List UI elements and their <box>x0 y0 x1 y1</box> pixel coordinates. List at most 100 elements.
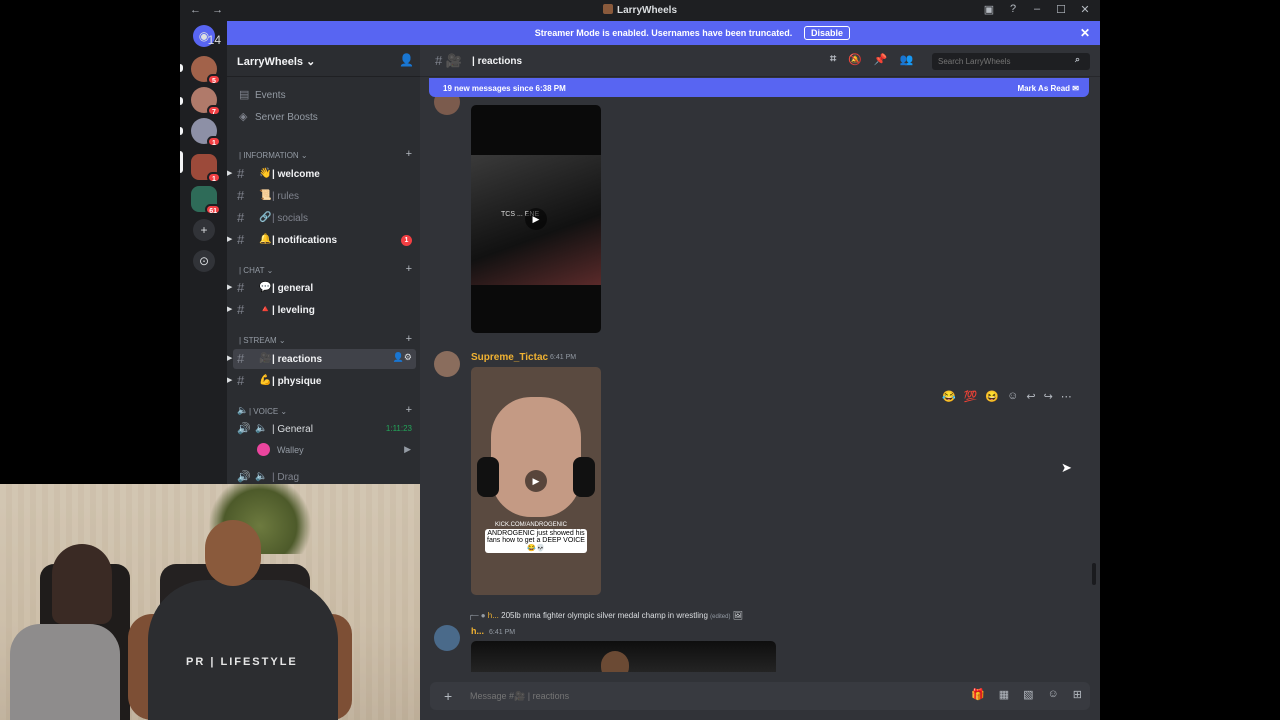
channel-settings-icon[interactable]: 👤⚙ <box>393 352 412 363</box>
unread-indicator-icon: ▶ <box>227 355 233 362</box>
reaction-emoji[interactable]: 💯 <box>964 390 978 403</box>
inbox-icon[interactable]: ▣ <box>982 3 996 16</box>
add-channel-icon[interactable]: + <box>406 404 412 416</box>
reaction-emoji[interactable]: 😂 <box>942 390 956 403</box>
channel-emoji: 💪 <box>259 375 272 386</box>
message-input[interactable] <box>470 688 920 704</box>
channel-label: | physique <box>272 376 322 387</box>
server-icon[interactable]: 5 <box>191 56 221 85</box>
close-icon[interactable]: ✕ <box>1080 26 1090 40</box>
channel-label: | General <box>272 424 313 435</box>
pin-icon[interactable]: 📌 <box>874 53 888 66</box>
channel-physique[interactable]: ▶ # 💪 | physique <box>227 371 420 391</box>
message-hover-toolbar: 😂 💯 😆 ☺ ↩ ↪ ⋯ <box>942 390 1072 403</box>
window-title: LarryWheels <box>180 4 1100 16</box>
add-reaction-icon[interactable]: ☺ <box>1007 390 1018 403</box>
new-messages-text: 19 new messages since 6:38 PM <box>443 84 566 93</box>
reply-icon[interactable]: ↩ <box>1026 390 1035 403</box>
notification-bell-icon[interactable]: 🔕 <box>848 53 862 66</box>
channel-label: | notifications <box>272 235 338 246</box>
hash-icon: # <box>237 188 245 203</box>
camera-icon: ▶ <box>404 444 411 454</box>
channel-socials[interactable]: # 🔗 | socials <box>227 208 420 228</box>
channel-emoji: 🔔 <box>259 234 272 245</box>
message-username[interactable]: h... <box>471 626 484 636</box>
avatar[interactable] <box>434 97 460 115</box>
server-icon[interactable]: 7 <box>191 87 221 116</box>
video-embed[interactable]: ▶ KICK.COM/ANDROGENIC ANDROGENIC just sh… <box>471 367 601 595</box>
server-folder-icon[interactable]: 61 <box>191 186 221 215</box>
category-stream[interactable]: | STREAM ⌄ + <box>227 333 420 347</box>
new-messages-bar[interactable]: 19 new messages since 6:38 PM Mark As Re… <box>429 78 1089 97</box>
add-channel-icon[interactable]: + <box>406 148 412 160</box>
server-icon-larrywheels[interactable]: 1 <box>191 154 221 183</box>
play-icon[interactable]: ▶ <box>525 208 547 230</box>
channel-leveling[interactable]: ▶ # 🔺 | leveling <box>227 300 420 320</box>
message-username[interactable]: Supreme_Tictac <box>471 352 548 363</box>
server-icon[interactable]: 1 <box>191 118 221 147</box>
composer-icons: 🎁 ▦ ▧ ☺ ⊞ <box>971 688 1082 701</box>
channel-emoji: 📜 <box>259 190 272 201</box>
gif-icon[interactable]: ▦ <box>999 688 1009 701</box>
category-label: | CHAT ⌄ <box>239 266 274 275</box>
discord-home-icon[interactable]: ◉ 14 <box>193 25 221 47</box>
channel-reactions[interactable]: ▶ # 🎥 | reactions 👤⚙ <box>227 349 416 369</box>
add-channel-icon[interactable]: + <box>406 263 412 275</box>
category-label: | STREAM ⌄ <box>239 336 286 345</box>
apps-icon[interactable]: ⊞ <box>1073 688 1082 701</box>
server-badge: 1 <box>207 172 221 183</box>
unread-indicator-icon: ▶ <box>227 170 233 177</box>
channel-rules[interactable]: # 📜 | rules <box>227 186 420 206</box>
mark-as-read-button[interactable]: Mark As Read ✉ <box>1017 84 1079 93</box>
sticker-icon[interactable]: ▧ <box>1023 688 1033 701</box>
member-list-icon[interactable]: 👥 <box>900 53 914 66</box>
window-title-text: LarryWheels <box>616 5 678 16</box>
message-timestamp: 6:41 PM <box>550 354 577 361</box>
hash-icon: # <box>237 210 245 225</box>
channel-notifications[interactable]: ▶ # 🔔 | notifications 1 <box>227 230 420 250</box>
reply-username: h... <box>487 611 499 620</box>
unread-indicator-icon: ▶ <box>227 236 233 243</box>
channel-welcome[interactable]: ▶ # 👋 | welcome <box>227 164 420 184</box>
more-icon[interactable]: ⋯ <box>1061 390 1072 403</box>
disable-button[interactable]: Disable <box>804 26 851 40</box>
play-icon[interactable]: ▶ <box>525 470 547 492</box>
add-server-icon[interactable]: + <box>193 219 215 241</box>
video-embed[interactable]: TCS ... ENE ▶ <box>471 105 601 333</box>
category-chat[interactable]: | CHAT ⌄ + <box>227 263 420 277</box>
category-information[interactable]: | INFORMATION ⌄ + <box>227 148 420 162</box>
server-name[interactable]: LarryWheels ⌄ <box>237 55 315 68</box>
threads-icon[interactable]: ⌗ <box>830 53 836 66</box>
emoji-icon[interactable]: ☺ <box>1048 688 1059 701</box>
add-channel-icon[interactable]: + <box>406 333 412 345</box>
boosts-item[interactable]: ◈ Server Boosts <box>227 107 420 127</box>
reply-preview[interactable]: ╭─ ● h... 205lb mma fighter olympic silv… <box>468 611 743 620</box>
help-icon[interactable]: ? <box>1006 3 1020 16</box>
streamer-mode-banner: Streamer Mode is enabled. Usernames have… <box>227 21 1100 45</box>
scrollbar[interactable] <box>1092 563 1096 585</box>
channel-emoji: 🔗 <box>259 212 272 223</box>
avatar[interactable] <box>434 625 460 651</box>
message-timestamp: 6:41 PM <box>489 629 516 636</box>
avatar[interactable] <box>434 351 460 377</box>
server-badge: 61 <box>205 204 221 215</box>
hash-icon: # <box>237 373 245 388</box>
minimize-button[interactable]: – <box>1030 3 1044 16</box>
forward-icon[interactable]: ↪ <box>1044 390 1053 403</box>
category-voice[interactable]: | VOICE ⌄ 🔈 + <box>227 404 420 418</box>
gift-icon[interactable]: 🎁 <box>971 688 985 701</box>
attach-plus-icon[interactable]: + <box>444 688 452 704</box>
voice-user[interactable]: Walley ▶ <box>257 441 417 459</box>
close-window-button[interactable]: ✕ <box>1078 3 1092 16</box>
events-item[interactable]: ▤ Events <box>227 85 420 105</box>
search-input[interactable] <box>932 53 1090 70</box>
speaker-icon: 🔈 <box>255 423 268 434</box>
server-header[interactable]: LarryWheels ⌄ 👤 <box>227 45 420 77</box>
discover-icon[interactable]: ⊙ <box>193 250 215 272</box>
reaction-emoji[interactable]: 😆 <box>985 390 999 403</box>
channel-general[interactable]: ▶ # 💬 | general <box>227 278 420 298</box>
maximize-button[interactable]: ☐ <box>1054 3 1068 16</box>
invite-icon[interactable]: 👤 <box>399 53 414 67</box>
voice-channel-general[interactable]: 🔊 🔈 | General 1:11:23 <box>227 419 420 439</box>
video-embed[interactable] <box>471 641 776 672</box>
